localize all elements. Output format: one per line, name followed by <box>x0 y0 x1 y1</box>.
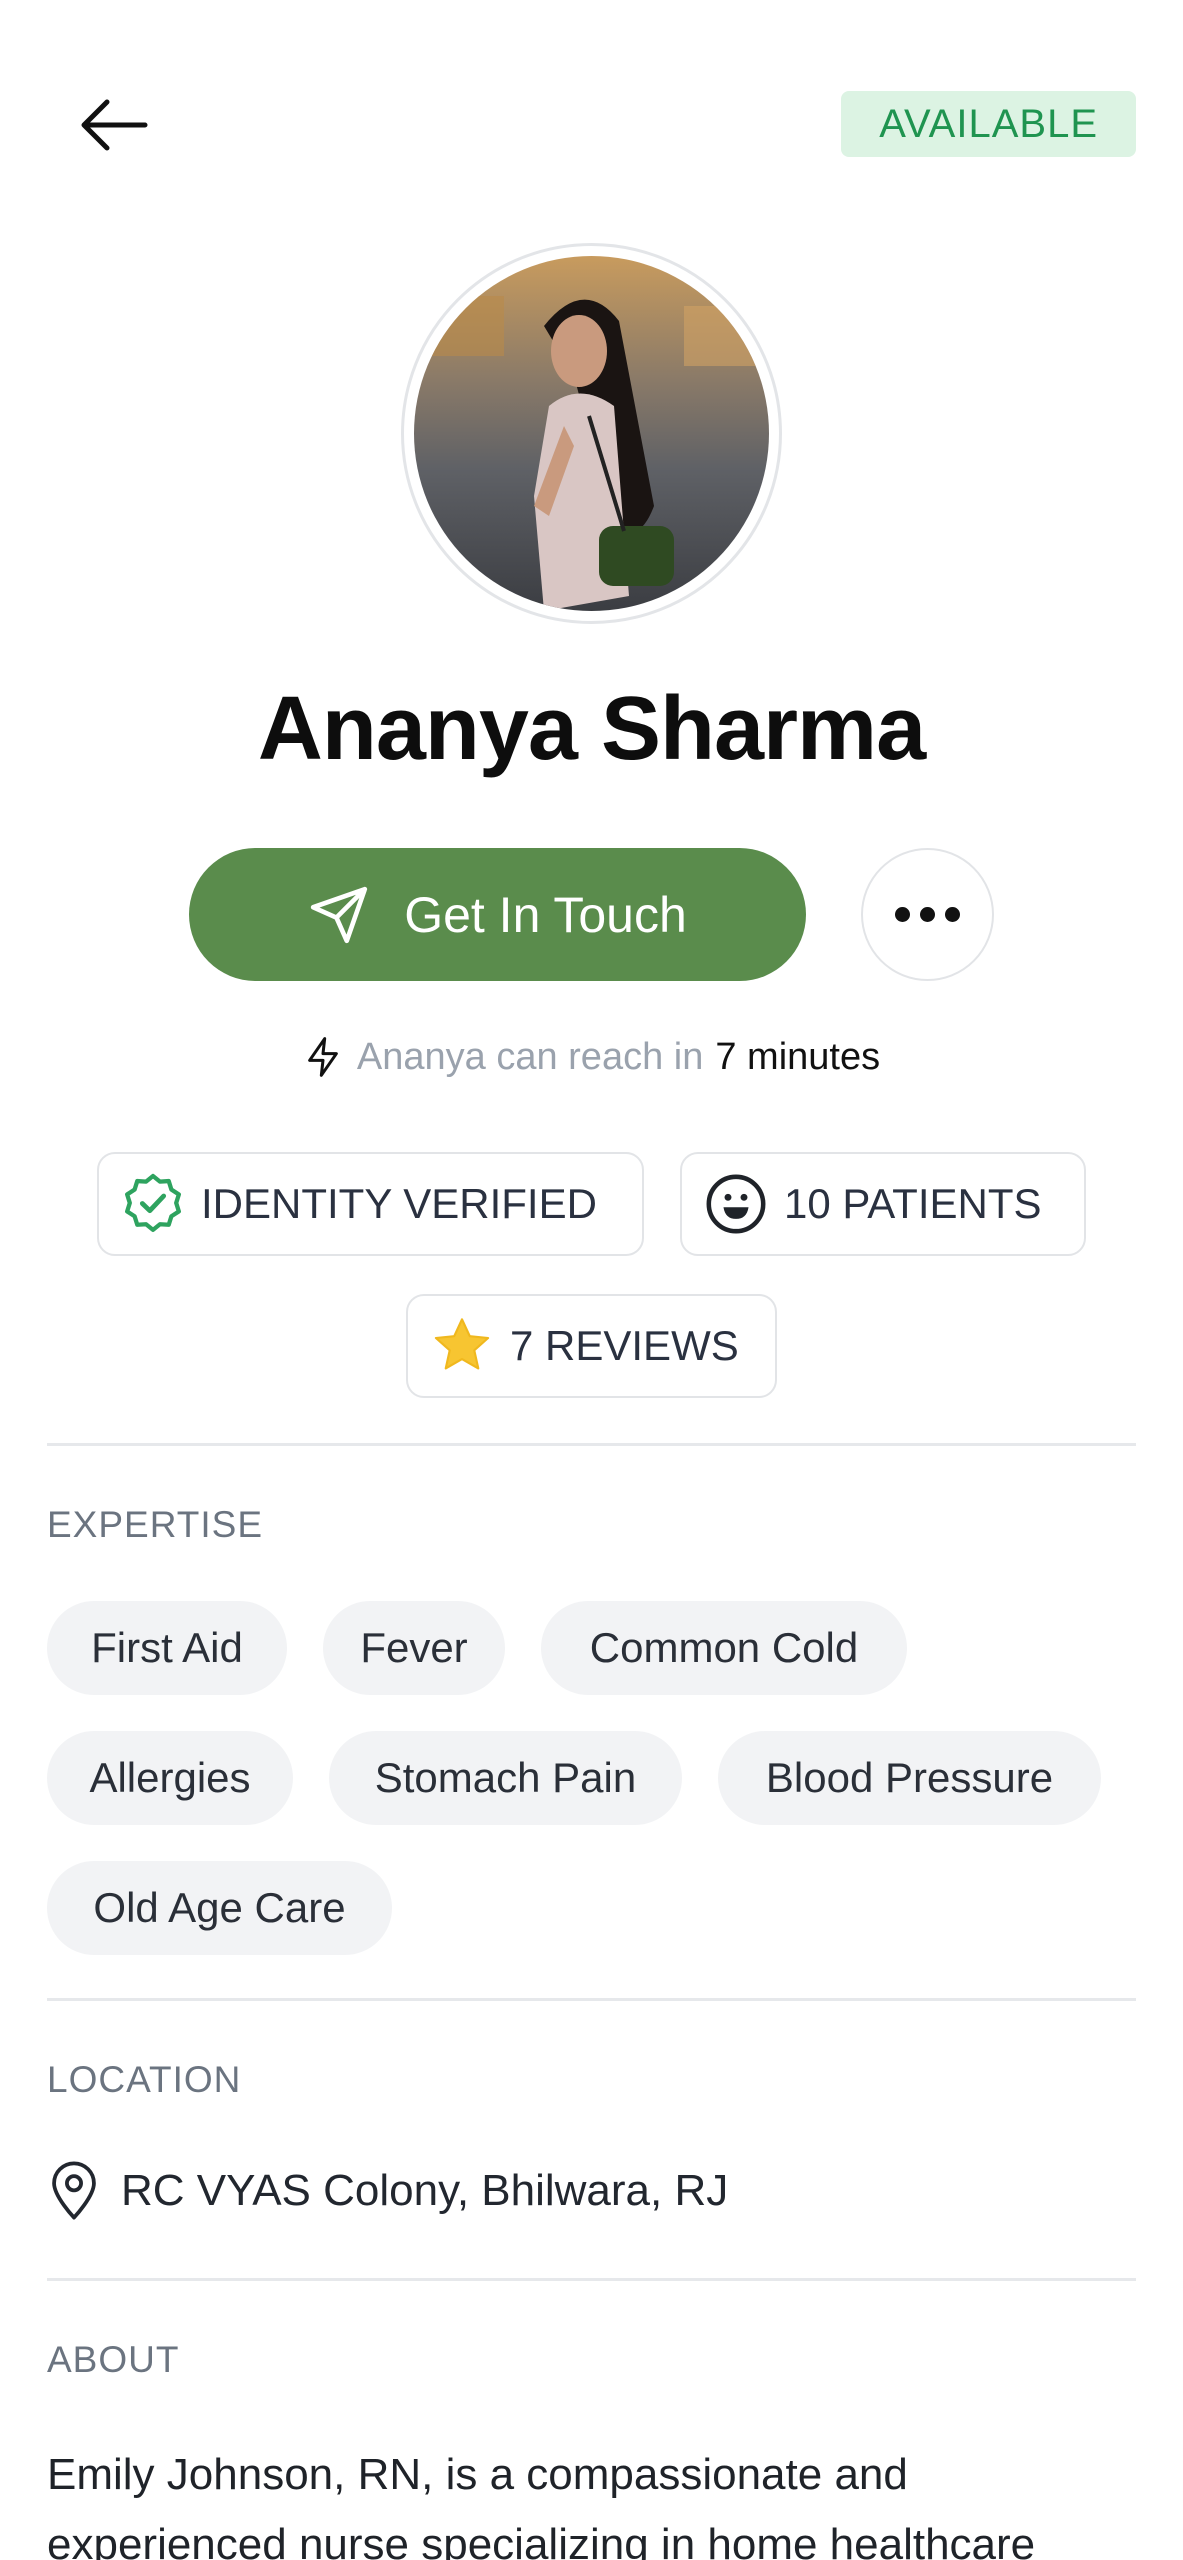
about-title: ABOUT <box>47 2339 180 2380</box>
location-title: LOCATION <box>47 2059 242 2100</box>
divider <box>47 2278 1136 2281</box>
reach-prefix: Ananya can reach in <box>356 1035 704 1078</box>
expertise-tag[interactable]: First Aid <box>47 1601 287 1695</box>
send-icon <box>311 886 368 943</box>
identity-verified-label: IDENTITY VERIFIED <box>201 1180 597 1227</box>
patients-label: 10 PATIENTS <box>784 1180 1042 1227</box>
expertise-tag[interactable]: Stomach Pain <box>329 1731 682 1825</box>
reach-time: Ananya can reach in 7 minutes <box>0 1035 1183 1079</box>
reach-time-value: 7 minutes <box>715 1035 881 1078</box>
expertise-title: EXPERTISE <box>47 1504 264 1545</box>
more-dots-icon <box>895 907 910 922</box>
divider <box>47 1443 1136 1446</box>
expertise-tag[interactable]: Fever <box>323 1601 505 1695</box>
reviews-badge[interactable]: 7 REVIEWS <box>406 1294 777 1398</box>
expertise-tag[interactable]: Old Age Care <box>47 1861 392 1955</box>
map-pin-icon <box>52 2161 96 2220</box>
avatar-photo <box>414 256 769 611</box>
expertise-tag[interactable]: Blood Pressure <box>718 1731 1101 1825</box>
patients-badge: 10 PATIENTS <box>680 1152 1086 1256</box>
arrow-left-icon <box>81 99 148 151</box>
divider <box>47 1998 1136 2001</box>
expertise-tag[interactable]: Allergies <box>47 1731 293 1825</box>
status-badge: AVAILABLE <box>841 91 1136 157</box>
identity-verified-badge: IDENTITY VERIFIED <box>97 1152 644 1256</box>
more-dot <box>945 907 960 922</box>
lightning-icon <box>308 1037 338 1077</box>
star-icon <box>434 1318 490 1370</box>
smiley-icon <box>706 1174 766 1234</box>
expertise-tag[interactable]: Common Cold <box>541 1601 907 1695</box>
about-text: Emily Johnson, RN, is a compassionate an… <box>47 2450 1036 2560</box>
reviews-label: 7 REVIEWS <box>510 1322 739 1369</box>
back-button[interactable] <box>62 80 166 170</box>
verified-badge-icon <box>124 1173 181 1232</box>
avatar <box>401 243 782 624</box>
more-dot <box>920 907 935 922</box>
location-row: RC VYAS Colony, Bhilwara, RJ <box>47 2160 728 2222</box>
get-in-touch-button[interactable]: Get In Touch <box>189 848 806 981</box>
location-address: RC VYAS Colony, Bhilwara, RJ <box>121 2166 729 2215</box>
get-in-touch-label: Get In Touch <box>404 886 687 943</box>
profile-name: Ananya Sharma <box>257 679 926 779</box>
more-options-button[interactable] <box>861 848 994 981</box>
